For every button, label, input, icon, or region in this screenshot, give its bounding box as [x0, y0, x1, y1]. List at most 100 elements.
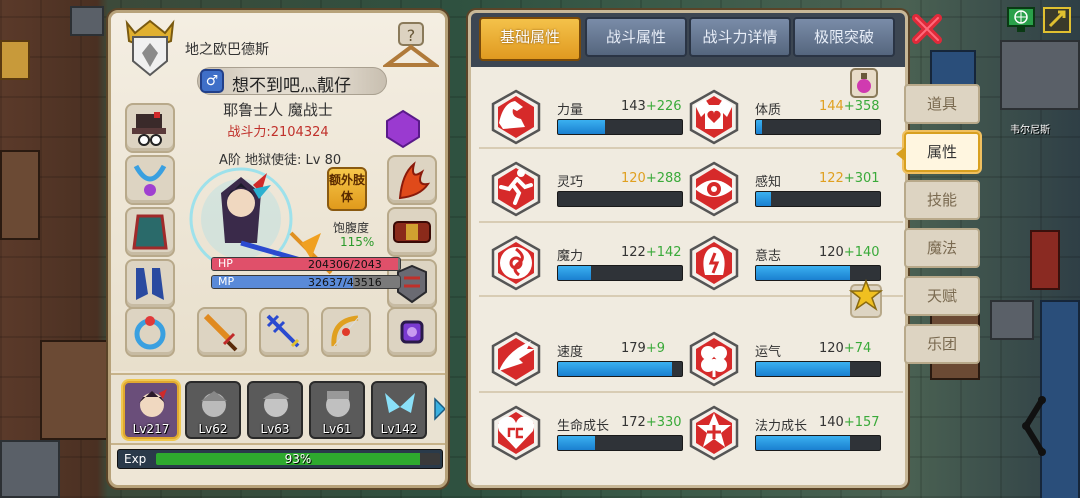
tab-limit-break[interactable]: 极限突破	[793, 17, 895, 57]
equip-slot-cloak[interactable]	[125, 207, 175, 257]
stat-progress-fill	[558, 266, 592, 280]
close-icon[interactable]	[910, 12, 944, 46]
equip-slot-neck[interactable]	[125, 155, 175, 205]
stat-bonus-value: +9	[645, 341, 665, 356]
side-item-attributes[interactable]: 属性	[896, 132, 980, 172]
stat-value: 122+142	[621, 245, 682, 260]
equip-slot-talisman[interactable]	[383, 109, 423, 149]
map-toggle-icon[interactable]	[1042, 6, 1072, 34]
stat-progress-bar	[557, 435, 683, 451]
stat-value: 144+358	[819, 99, 880, 114]
network-icon[interactable]	[1006, 6, 1036, 34]
constitution-icon	[689, 89, 739, 145]
stat-progress-fill	[558, 362, 673, 376]
equip-slot-weapon-1[interactable]	[197, 307, 247, 357]
locked-portrait-icon	[201, 391, 227, 417]
attribute-tabs: 基础属性 战斗属性 战斗力详情 极限突破	[471, 13, 905, 67]
stat-name: 力量	[557, 103, 584, 118]
side-item-label: 属性	[926, 143, 957, 161]
stat-progress-bar	[557, 361, 683, 377]
stat-magic[interactable]: 魔力 122+142	[481, 231, 683, 293]
stat-base-value: 172	[621, 415, 646, 430]
side-item-band[interactable]: 乐团	[904, 324, 980, 364]
stat-value: 172+330	[621, 415, 682, 430]
stat-mana-growth[interactable]: 法力成长 140+157	[679, 401, 881, 463]
joystick-hint-icon[interactable]	[1012, 396, 1056, 456]
equip-slot-ring-left[interactable]	[125, 307, 175, 357]
equip-slot-weapon-2[interactable]	[259, 307, 309, 357]
team-member-level: Lv142	[380, 422, 418, 436]
flame-claw-icon	[398, 161, 431, 200]
equip-slot-boots[interactable]	[125, 259, 175, 309]
hat-icon	[132, 112, 166, 146]
exp-percent: 93%	[284, 453, 312, 465]
stat-perception[interactable]: 感知 122+301	[679, 157, 881, 219]
satiety-label: 饱腹度	[333, 221, 370, 235]
costume-hanger-icon[interactable]: ?	[383, 21, 439, 73]
necklace-icon	[133, 164, 167, 196]
attribute-panel: 基础属性 战斗属性 战斗力详情 极限突破 力量 143+226 体质 144+358 灵…	[468, 10, 908, 488]
svg-text:?: ?	[407, 26, 416, 45]
stat-name: 运气	[755, 345, 782, 360]
star-icon[interactable]	[849, 279, 883, 319]
stat-progress-bar	[755, 361, 881, 377]
belt-icon	[393, 221, 431, 243]
gender-male-icon: ♂	[200, 69, 224, 93]
perception-icon	[689, 161, 739, 217]
stat-bonus-value: +74	[843, 341, 872, 356]
stat-bonus-value: +226	[645, 99, 682, 114]
tab-basic-attributes[interactable]: 基础属性	[479, 17, 581, 61]
stat-base-value: 120	[621, 171, 646, 186]
team-member-5[interactable]: Lv142	[371, 381, 427, 439]
stat-progress-bar	[557, 265, 683, 281]
team-member-level: Lv63	[260, 422, 290, 436]
stat-value: 143+226	[621, 99, 682, 114]
tab-combat-attributes[interactable]: 战斗属性	[585, 17, 687, 57]
stat-strength[interactable]: 力量 143+226	[481, 85, 683, 147]
equip-slot-head[interactable]	[125, 103, 175, 153]
side-item-items[interactable]: 道具	[904, 84, 980, 124]
player-name-banner: ♂ 想不到吧灬靓仔	[197, 67, 387, 96]
stat-base-value: 140	[819, 415, 844, 430]
team-member-4[interactable]: Lv61	[309, 381, 365, 439]
equip-slot-weapon-3[interactable]	[321, 307, 371, 357]
mp-bar: MP 32637/43516	[211, 275, 401, 289]
stat-value: 122+301	[819, 171, 880, 186]
team-next-arrow-icon[interactable]	[433, 397, 447, 421]
side-item-magic[interactable]: 魔法	[904, 228, 980, 268]
stat-value: 120+288	[621, 171, 682, 186]
stat-progress-bar	[557, 191, 683, 207]
stat-base-value: 120	[819, 245, 844, 260]
team-member-1[interactable]: Lv217	[123, 381, 179, 439]
team-member-3[interactable]: Lv63	[247, 381, 303, 439]
stat-bonus-value: +140	[843, 245, 880, 260]
equip-slot-belt[interactable]	[387, 207, 437, 257]
side-item-talents[interactable]: 天赋	[904, 276, 980, 316]
stat-value: 140+157	[819, 415, 880, 430]
stat-constitution[interactable]: 体质 144+358	[679, 85, 881, 147]
stat-life-growth[interactable]: 生命成长 172+330	[481, 401, 683, 463]
equip-slot-ring-right[interactable]	[387, 307, 437, 357]
selection-pointer-icon	[896, 146, 906, 162]
stat-speed[interactable]: 速度 179+9	[481, 327, 683, 389]
equip-slot-glove[interactable]	[387, 155, 437, 205]
stat-row-divider	[479, 391, 903, 393]
map-location-label: 韦尔尼斯	[1010, 125, 1050, 136]
extra-limb-button[interactable]: 额外肢体	[327, 167, 367, 211]
stat-row-divider	[479, 295, 903, 297]
team-member-2[interactable]: Lv62	[185, 381, 241, 439]
stat-agility[interactable]: 灵巧 120+288	[481, 157, 683, 219]
tab-power-details[interactable]: 战斗力详情	[689, 17, 791, 57]
stat-luck[interactable]: 运气 120+74	[679, 327, 881, 389]
purple-ring-icon	[400, 320, 424, 344]
guild-emblem-icon[interactable]	[123, 19, 177, 77]
side-item-skills[interactable]: 技能	[904, 180, 980, 220]
bow-icon	[331, 315, 359, 347]
hp-bar: HP 204306/2043	[211, 257, 401, 271]
stat-progress-fill	[558, 120, 606, 134]
team-member-level: Lv61	[322, 422, 352, 436]
stat-progress-fill	[558, 436, 596, 450]
stat-value: 179+9	[621, 341, 665, 356]
stat-base-value: 144	[819, 99, 844, 114]
stat-bonus-value: +358	[843, 99, 880, 114]
